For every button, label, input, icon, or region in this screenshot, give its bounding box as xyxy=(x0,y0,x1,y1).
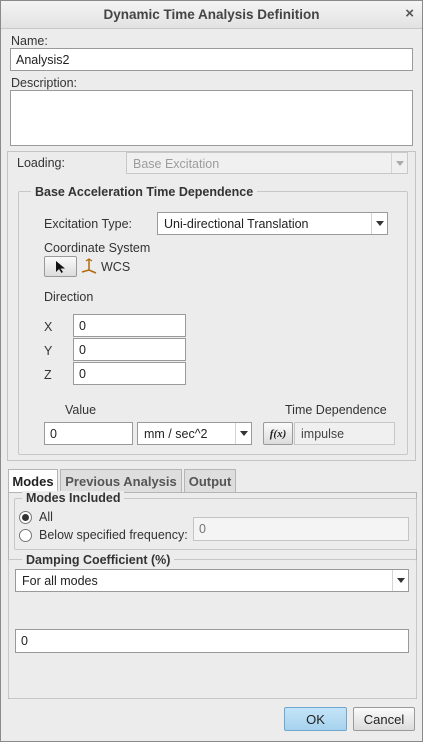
description-textarea[interactable] xyxy=(10,90,413,146)
below-frequency-radio[interactable] xyxy=(19,529,32,542)
tab-previous-analysis[interactable]: Previous Analysis xyxy=(60,469,182,492)
loading-label: Loading: xyxy=(17,156,65,170)
direction-x-input[interactable] xyxy=(73,314,186,337)
direction-label: Direction xyxy=(44,290,94,304)
direction-z-label: Z xyxy=(44,368,52,382)
coordinate-system-value: WCS xyxy=(101,260,131,274)
cancel-button[interactable]: Cancel xyxy=(353,707,415,731)
chevron-down-icon xyxy=(371,213,387,234)
chevron-down-icon xyxy=(235,423,251,444)
name-input[interactable] xyxy=(10,48,413,71)
modes-included-title: Modes Included xyxy=(22,491,125,505)
below-frequency-label: Below specified frequency: xyxy=(39,528,188,542)
cursor-arrow-icon xyxy=(55,260,65,273)
chevron-down-icon xyxy=(391,153,407,173)
time-dependence-label: Time Dependence xyxy=(285,403,387,417)
loading-value: Base Excitation xyxy=(133,157,220,171)
direction-x-label: X xyxy=(44,320,53,334)
tab-output[interactable]: Output xyxy=(184,469,236,492)
close-icon[interactable]: × xyxy=(405,5,414,22)
excitation-type-value: Uni-directional Translation xyxy=(164,217,309,231)
coordinate-system-label: Coordinate System xyxy=(44,241,151,255)
chevron-down-icon xyxy=(392,570,408,591)
damping-mode-dropdown[interactable]: For all modes xyxy=(15,569,409,592)
direction-y-label: Y xyxy=(44,344,53,358)
time-dependence-value: impulse xyxy=(301,427,345,441)
damping-mode-value: For all modes xyxy=(22,574,98,588)
value-label: Value xyxy=(65,403,97,417)
value-input[interactable] xyxy=(44,422,133,445)
title-bar: Dynamic Time Analysis Definition × xyxy=(1,1,422,29)
damping-value-input[interactable] xyxy=(15,629,409,653)
units-value: mm / sec^2 xyxy=(144,427,208,441)
dialog-title: Dynamic Time Analysis Definition xyxy=(103,7,320,22)
units-dropdown[interactable]: mm / sec^2 xyxy=(137,422,252,445)
dialog-window: Dynamic Time Analysis Definition × Name:… xyxy=(0,0,423,742)
frequency-input[interactable] xyxy=(193,517,409,541)
coordinate-system-icon xyxy=(81,258,97,274)
excitation-type-dropdown[interactable]: Uni-directional Translation xyxy=(157,212,388,235)
ok-button[interactable]: OK xyxy=(284,707,347,731)
loading-dropdown[interactable]: Base Excitation xyxy=(126,152,408,174)
select-coordinate-button[interactable] xyxy=(44,256,77,277)
direction-y-input[interactable] xyxy=(73,338,186,361)
base-acceleration-title: Base Acceleration Time Dependence xyxy=(31,185,258,199)
name-label: Name: xyxy=(11,34,48,48)
function-button[interactable]: f(x) xyxy=(263,422,293,445)
all-radio-label: All xyxy=(39,510,53,524)
description-label: Description: xyxy=(11,76,77,90)
all-radio[interactable] xyxy=(19,511,32,524)
damping-title: Damping Coefficient (%) xyxy=(22,553,175,567)
time-dependence-field: impulse xyxy=(294,422,395,445)
tab-modes[interactable]: Modes xyxy=(8,469,58,493)
excitation-type-label: Excitation Type: xyxy=(44,217,133,231)
direction-z-input[interactable] xyxy=(73,362,186,385)
